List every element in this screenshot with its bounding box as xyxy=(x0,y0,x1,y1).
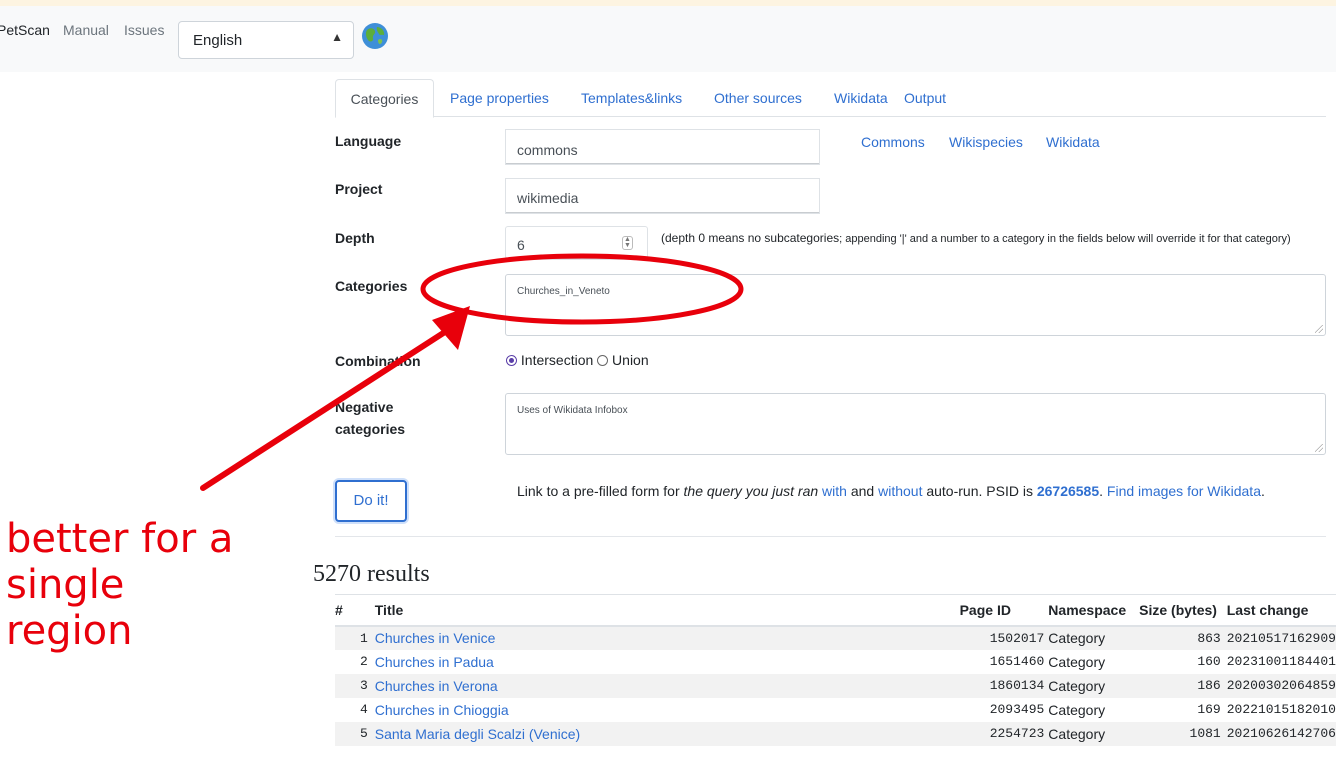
resize-grip-icon[interactable] xyxy=(1315,325,1323,333)
language-select[interactable]: English ▲ xyxy=(178,21,354,59)
project-input-value: wikimedia xyxy=(517,190,579,206)
negative-categories-textarea[interactable]: Uses of Wikidata Infobox xyxy=(505,393,1326,455)
result-title-link[interactable]: Churches in Venice xyxy=(375,630,496,646)
tab-other-sources[interactable]: Other sources xyxy=(714,79,802,117)
results-table: # Title Page ID Namespace Size (bytes) L… xyxy=(335,594,1336,746)
permalink-text: Link to a pre-filled form for the query … xyxy=(517,483,1265,499)
result-title-link[interactable]: Santa Maria degli Scalzi (Venice) xyxy=(375,726,580,742)
combination-label: Combination xyxy=(335,353,421,369)
result-title-link[interactable]: Churches in Padua xyxy=(375,654,494,670)
tab-categories[interactable]: Categories xyxy=(335,79,434,118)
col-title-header[interactable]: Title xyxy=(374,594,960,627)
annotation-text: better for a single region xyxy=(6,516,234,654)
tab-page-properties[interactable]: Page properties xyxy=(450,79,549,117)
table-row: 4 Churches in Chioggia 2093495 Category … xyxy=(359,701,1336,718)
nav-manual-link[interactable]: Manual xyxy=(63,22,109,38)
categories-textarea-value: Churches_in_Veneto xyxy=(517,286,610,297)
depth-hint: (depth 0 means no subcategories; appendi… xyxy=(661,231,1291,245)
tab-templates-links[interactable]: Templates&links xyxy=(581,79,682,117)
col-page-id-header[interactable]: Page ID xyxy=(959,594,1049,627)
select-arrows-icon: ▲ xyxy=(331,30,343,44)
psid-link[interactable]: 26726585 xyxy=(1037,483,1099,499)
project-input[interactable]: wikimedia xyxy=(505,178,820,214)
table-row: 5 Santa Maria degli Scalzi (Venice) 2254… xyxy=(335,721,1336,746)
result-title-link[interactable]: Churches in Chioggia xyxy=(375,702,509,718)
negative-categories-value: Uses of Wikidata Infobox xyxy=(517,405,628,416)
annotation-arrow-head xyxy=(432,306,470,350)
tab-bar: Categories Page properties Templates&lin… xyxy=(335,79,1326,118)
shortcut-commons-link[interactable]: Commons xyxy=(861,134,925,150)
depth-label: Depth xyxy=(335,230,375,246)
brand-link[interactable]: PetScan xyxy=(0,22,50,38)
language-select-value: English xyxy=(193,32,243,49)
separator xyxy=(335,536,1326,537)
table-header-row: # Title Page ID Namespace Size (bytes) L… xyxy=(335,594,1336,627)
shortcut-wikispecies-link[interactable]: Wikispecies xyxy=(949,134,1023,150)
union-label: Union xyxy=(612,352,649,368)
with-autorun-link[interactable]: with xyxy=(822,483,847,499)
intersection-label: Intersection xyxy=(520,352,594,368)
without-autorun-link[interactable]: without xyxy=(878,483,922,499)
stepper-icon[interactable]: ▲ ▼ xyxy=(622,236,633,250)
depth-input-value: 6 xyxy=(517,237,525,253)
language-input-value: commons xyxy=(517,142,578,158)
shortcut-wikidata-link[interactable]: Wikidata xyxy=(1046,134,1100,150)
language-label: Language xyxy=(335,133,402,149)
table-row: 3 Churches in Verona 1860134 Category 18… xyxy=(335,673,1336,698)
col-last-change-header[interactable]: Last change xyxy=(1226,594,1336,627)
tab-output[interactable]: Output xyxy=(904,79,946,117)
intersection-radio[interactable] xyxy=(506,355,517,366)
globe-icon[interactable] xyxy=(361,22,389,50)
col-namespace-header[interactable]: Namespace xyxy=(1048,594,1140,627)
categories-label: Categories xyxy=(335,278,408,294)
union-radio[interactable] xyxy=(597,355,609,366)
negative-categories-label: Negative categories xyxy=(335,399,406,437)
col-size-header[interactable]: Size (bytes) xyxy=(1139,594,1227,627)
find-images-link[interactable]: Find images for Wikidata xyxy=(1107,483,1261,499)
results-count-heading: 5270 results xyxy=(313,561,430,587)
table-row: 2 Churches in Padua 1651460 Category 160… xyxy=(359,653,1336,670)
language-input[interactable]: commons xyxy=(505,129,820,165)
result-title-link[interactable]: Churches in Verona xyxy=(375,678,498,694)
tab-wikidata[interactable]: Wikidata xyxy=(834,79,888,117)
navbar: PetScan Manual Issues English ▲ xyxy=(0,6,1336,72)
do-it-button[interactable]: Do it! xyxy=(335,480,407,522)
depth-input[interactable]: 6 ▲ ▼ xyxy=(505,226,648,260)
project-label: Project xyxy=(335,181,383,197)
col-number-header[interactable]: # xyxy=(335,594,375,627)
nav-issues-link[interactable]: Issues xyxy=(124,22,164,38)
table-row: 1 Churches in Venice 1502017 Category 86… xyxy=(335,625,1336,650)
combination-radios: Intersection Union xyxy=(506,352,649,368)
resize-grip-icon[interactable] xyxy=(1315,444,1323,452)
categories-textarea[interactable]: Churches_in_Veneto xyxy=(505,274,1326,336)
